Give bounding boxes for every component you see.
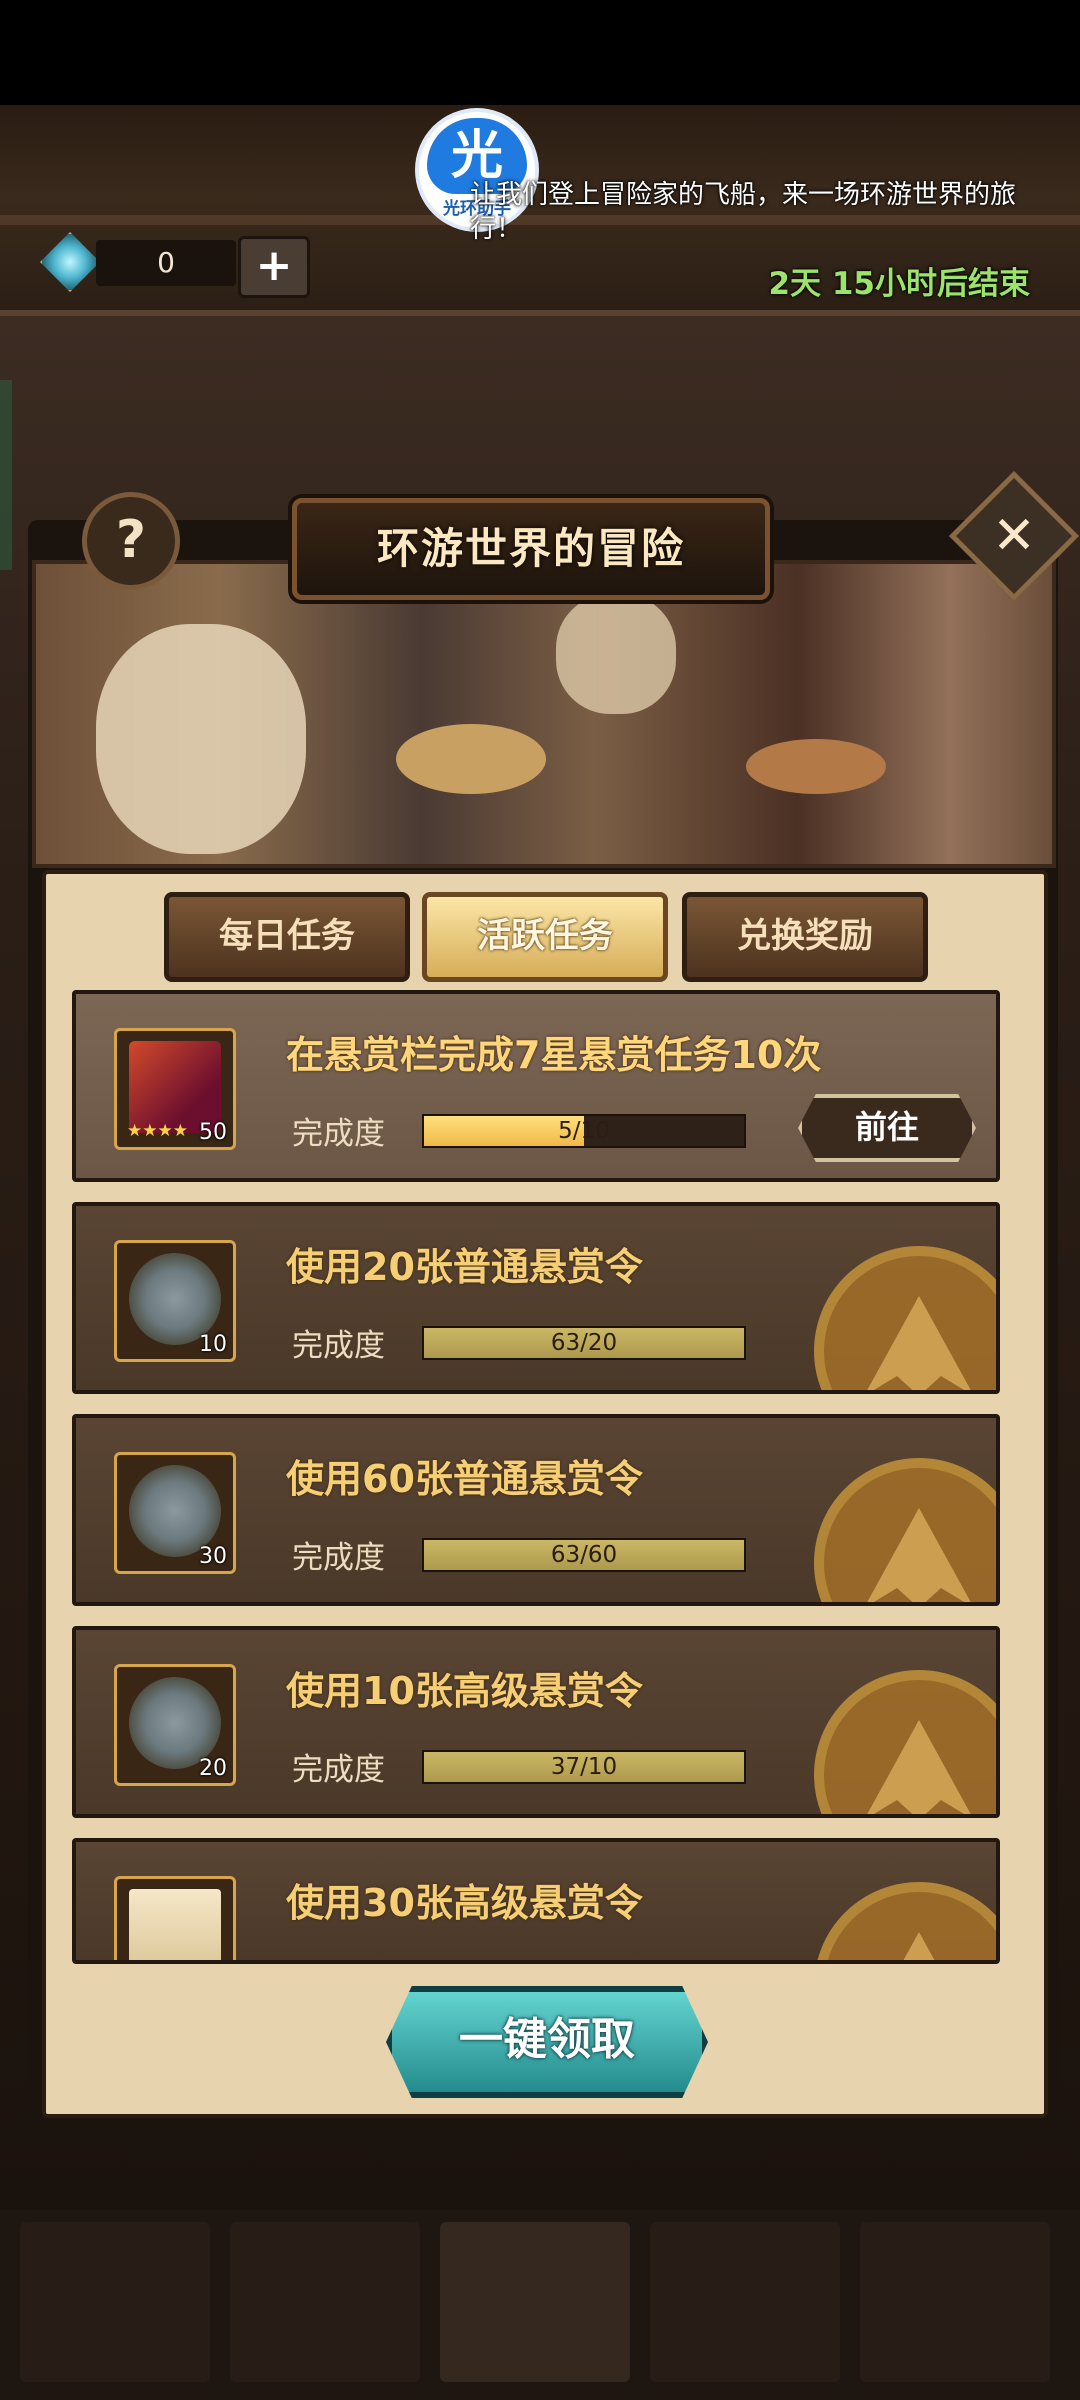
bounty-scroll-icon — [129, 1889, 221, 1960]
food-plate-art — [396, 724, 546, 794]
progress-bar: 63/20 — [422, 1326, 746, 1360]
seal-emblem-icon — [864, 1508, 974, 1602]
tab-exchange-rewards[interactable]: 兑换奖励 — [682, 892, 928, 982]
add-currency-button[interactable]: + — [238, 236, 310, 298]
side-indicator — [0, 380, 12, 570]
event-banner — [32, 560, 1056, 868]
title-plate: 环游世界的冒险 — [292, 498, 770, 600]
progress-label: 完成度 — [292, 1752, 385, 1788]
seal-emblem-icon — [864, 1296, 974, 1390]
progress-text: 63/60 — [550, 1542, 618, 1568]
reward-count: 20 — [199, 1756, 227, 1781]
task-row: 30 使用60张普通悬赏令 完成度 63/60 — [72, 1414, 1000, 1606]
progress-label: 完成度 — [292, 1328, 385, 1364]
task-title: 使用60张普通悬赏令 — [286, 1457, 643, 1501]
reward-item[interactable]: 20 — [114, 1664, 236, 1786]
go-button[interactable]: 前往 — [798, 1094, 976, 1162]
page-title: 环游世界的冒险 — [376, 524, 685, 573]
currency-amount: 0 — [96, 240, 236, 286]
reward-item[interactable]: 30 — [114, 1452, 236, 1574]
close-icon[interactable]: ✕ — [968, 490, 1060, 582]
reward-item[interactable] — [114, 1876, 236, 1960]
event-description: 让我们登上冒险家的飞船，来一场环游世界的旅行！ — [470, 180, 1017, 244]
reward-item[interactable]: ★★★★ 50 — [114, 1028, 236, 1150]
task-title: 使用10张高级悬赏令 — [286, 1669, 643, 1713]
progress-bar: 37/10 — [422, 1750, 746, 1784]
reward-count: 10 — [199, 1332, 227, 1357]
reward-count: 50 — [199, 1120, 227, 1145]
progress-bar: 63/60 — [422, 1538, 746, 1572]
nav-slot[interactable] — [230, 2222, 420, 2382]
reward-count: 30 — [199, 1544, 227, 1569]
progress-text: 5/10 — [558, 1118, 610, 1144]
chef-character-art — [96, 624, 306, 854]
bottom-nav — [0, 2210, 1080, 2400]
nav-slot[interactable] — [20, 2222, 210, 2382]
progress-label: 完成度 — [292, 1116, 385, 1152]
nav-slot[interactable] — [860, 2222, 1050, 2382]
seal-emblem-icon — [864, 1932, 974, 1960]
pie-art — [746, 739, 886, 794]
seal-emblem-icon — [864, 1720, 974, 1814]
task-title: 在悬赏栏完成7星悬赏任务10次 — [286, 1033, 822, 1077]
claim-all-button[interactable]: 一键领取 — [386, 1986, 708, 2098]
task-title: 使用30张高级悬赏令 — [286, 1881, 643, 1925]
status-area — [0, 0, 1080, 105]
progress-text: 37/10 — [550, 1754, 618, 1780]
tab-daily-tasks[interactable]: 每日任务 — [164, 892, 410, 982]
task-row: 使用30张高级悬赏令 — [72, 1838, 1000, 1964]
progress-bar: 5/10 — [422, 1114, 746, 1148]
nav-slot[interactable] — [650, 2222, 840, 2382]
task-row: 20 使用10张高级悬赏令 完成度 37/10 — [72, 1626, 1000, 1818]
adventurer-character-art — [556, 594, 676, 714]
task-title: 使用20张普通悬赏令 — [286, 1245, 643, 1289]
task-row: ★★★★ 50 在悬赏栏完成7星悬赏任务10次 完成度 5/10 前往 — [72, 990, 1000, 1182]
progress-text: 63/20 — [550, 1330, 618, 1356]
star-rating-icon: ★★★★ — [127, 1121, 188, 1141]
event-countdown: 2天 15小时后结束 — [768, 266, 1030, 302]
tab-active-tasks[interactable]: 活跃任务 — [422, 892, 668, 982]
help-button[interactable]: ? — [82, 492, 180, 590]
reward-item[interactable]: 10 — [114, 1240, 236, 1362]
progress-label: 完成度 — [292, 1540, 385, 1576]
nav-slot[interactable] — [440, 2222, 630, 2382]
task-row: 10 使用20张普通悬赏令 完成度 63/20 — [72, 1202, 1000, 1394]
